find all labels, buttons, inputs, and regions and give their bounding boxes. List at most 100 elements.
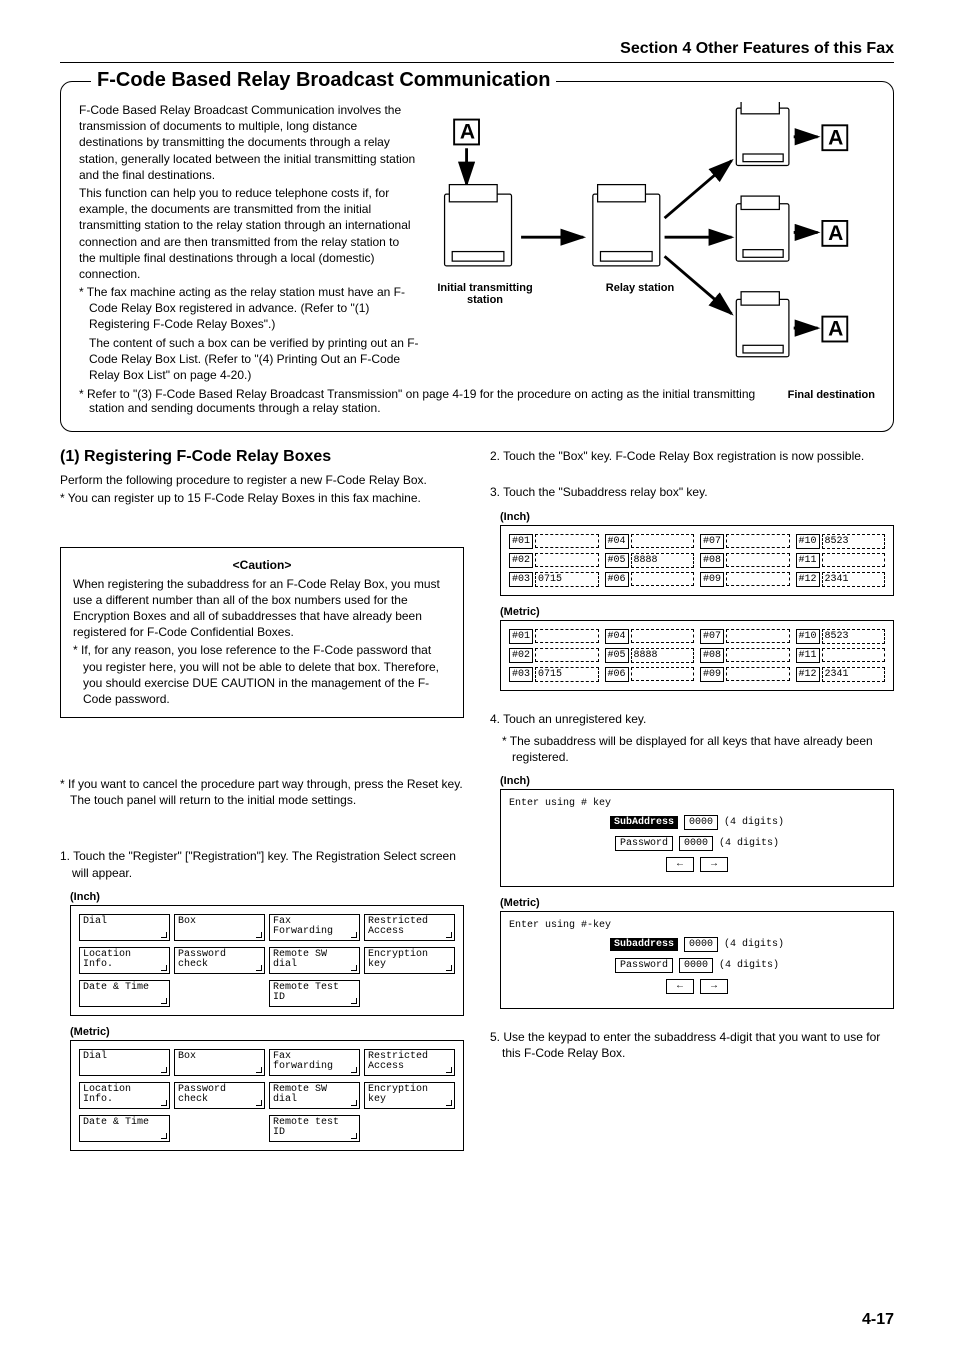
slot-value [535,534,598,548]
entry-header: Enter using #-key [509,920,885,931]
relay-box-slot[interactable]: #07 [700,629,790,644]
svg-text:A: A [460,121,475,144]
step-4: 4. Touch an unregistered key. [490,711,894,727]
relay-box-slot[interactable]: #07 [700,534,790,549]
left-p1: Perform the following procedure to regis… [60,472,464,488]
relay-box-list-inch: #01 #04 #07 #108523 #02 #058888 #08 #11 #030715 #… [500,525,894,596]
register-option-button[interactable]: Fax Forwarding [269,914,360,941]
slot-value [726,572,789,586]
slot-number: #07 [700,629,724,644]
slot-number: #07 [700,534,724,549]
register-option-button[interactable]: Encryption key [364,1082,455,1109]
slot-value [631,667,694,681]
slot-number: #03 [509,667,533,682]
password-value[interactable]: 0000 [679,958,713,973]
subsection-title: (1) Registering F-Code Relay Boxes [60,448,464,466]
password-label: Password [615,836,673,851]
relay-box-slot[interactable]: #09 [700,572,790,587]
relay-box-slot[interactable]: #122341 [796,667,886,682]
digits-hint: (4 digits) [724,817,784,828]
screen-label-metric: (Metric) [70,1026,464,1038]
caution-box: <Caution> When registering the subaddres… [60,547,464,719]
subaddress-value[interactable]: 0000 [684,937,718,952]
relay-box-slot[interactable]: #01 [509,629,599,644]
relay-box-slot[interactable]: #08 [700,648,790,663]
slot-value [535,553,598,567]
slot-value: 8523 [822,534,885,549]
register-option-button[interactable]: Restricted Access [364,914,455,941]
password-value[interactable]: 0000 [679,836,713,851]
relay-box-slot[interactable]: #02 [509,553,599,568]
relay-box-slot[interactable]: #06 [605,572,695,587]
step-2: 2. Touch the "Box" key. F-Code Relay Box… [490,448,894,464]
left-column: (1) Registering F-Code Relay Boxes Perfo… [60,448,464,1157]
relay-box-slot[interactable]: #030715 [509,667,599,682]
slot-number: #04 [605,534,629,549]
arrow-right-button[interactable]: → [700,857,728,872]
slot-number: #11 [796,648,820,663]
slot-value [535,629,598,643]
slot-value: 8523 [822,629,885,644]
screen-label-metric-2: (Metric) [500,606,894,618]
slot-number: #08 [700,553,724,568]
register-option-button[interactable]: Password check [174,1082,265,1109]
arrow-left-button[interactable]: ← [666,979,694,994]
slot-number: #02 [509,553,533,568]
register-option-button[interactable]: Date & Time [79,980,170,1007]
register-option-button[interactable]: Dial [79,1049,170,1076]
register-option-button[interactable]: Location Info. [79,947,170,974]
slot-value [726,534,789,548]
relay-box-slot[interactable]: #01 [509,534,599,549]
password-label: Password [615,958,673,973]
relay-box-slot[interactable]: #11 [796,648,886,663]
entry-screen-metric: Enter using #-key Subaddress 0000 (4 dig… [500,911,894,1009]
intro-p1: F-Code Based Relay Broadcast Communicati… [79,102,419,183]
slot-value: 2341 [822,572,885,587]
slot-value: 8888 [631,553,694,568]
relay-box-slot[interactable]: #108523 [796,534,886,549]
register-option-button[interactable]: Box [174,914,265,941]
feature-box: F-Code Based Relay Broadcast Communicati… [60,81,894,432]
register-option-button[interactable]: Fax forwarding [269,1049,360,1076]
relay-box-slot[interactable]: #04 [605,534,695,549]
relay-box-slot[interactable]: #06 [605,667,695,682]
page-number: 4-17 [862,1311,894,1329]
slot-number: #12 [796,572,820,587]
digits-hint: (4 digits) [724,939,784,950]
subaddress-value[interactable]: 0000 [684,815,718,830]
register-option-button[interactable]: Remote test ID [269,1115,360,1142]
register-option-button[interactable]: Box [174,1049,265,1076]
relay-box-slot[interactable]: #08 [700,553,790,568]
relay-box-slot[interactable]: #02 [509,648,599,663]
registration-screen-metric: DialBoxFax forwardingRestricted Access Lo… [70,1040,464,1151]
register-option-button[interactable]: Dial [79,914,170,941]
slot-number: #01 [509,534,533,549]
register-option-button[interactable]: Remote Test ID [269,980,360,1007]
register-option-button[interactable]: Restricted Access [364,1049,455,1076]
relay-box-slot[interactable]: #030715 [509,572,599,587]
relay-box-slot[interactable]: #04 [605,629,695,644]
register-option-button[interactable]: Encryption key [364,947,455,974]
intro-p2: This function can help you to reduce tel… [79,185,419,282]
slot-value [726,553,789,567]
register-option-button[interactable]: Remote SW dial [269,947,360,974]
relay-box-slot[interactable]: #058888 [605,648,695,663]
subaddress-label: Subaddress [610,938,678,951]
relay-box-slot[interactable]: #122341 [796,572,886,587]
register-option-button[interactable]: Remote SW dial [269,1082,360,1109]
register-option-button[interactable]: Location Info. [79,1082,170,1109]
slot-value [726,667,789,681]
relay-box-slot[interactable]: #11 [796,553,886,568]
relay-box-slot[interactable]: #108523 [796,629,886,644]
register-option-button[interactable]: Date & Time [79,1115,170,1142]
relay-box-slot[interactable]: #09 [700,667,790,682]
register-option-button[interactable]: Password check [174,947,265,974]
slot-number: #04 [605,629,629,644]
slot-value [822,553,885,567]
diagram-label-relay: Relay station [595,282,685,294]
arrow-left-button[interactable]: ← [666,857,694,872]
relay-box-slot[interactable]: #058888 [605,553,695,568]
entry-screen-inch: Enter using # key SubAddress 0000 (4 dig… [500,789,894,887]
arrow-right-button[interactable]: → [700,979,728,994]
slot-number: #05 [605,553,629,568]
